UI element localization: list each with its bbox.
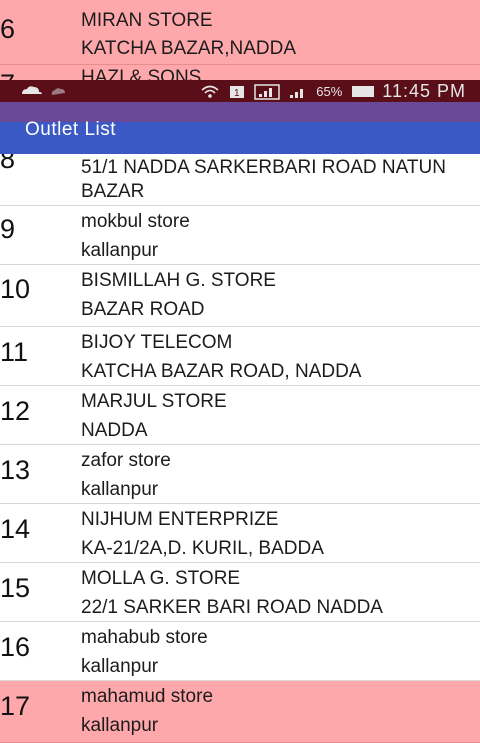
status-bar: 1 65% 11:45 PM — [0, 80, 480, 102]
outlet-number: 13 — [0, 455, 31, 485]
outlet-name: BISMILLAH G. STORE — [81, 270, 276, 291]
outlet-row[interactable]: 6 MIRAN STORE KATCHA BAZAR,NADDA — [0, 0, 480, 65]
system-icons: 1 65% 11:45 PM — [200, 81, 466, 102]
wifi-icon — [201, 85, 219, 98]
outlet-address: 22/1 SARKER BARI ROAD NADDA — [81, 597, 383, 618]
clock: 11:45 PM — [382, 81, 466, 101]
sim-icon: 1 — [230, 85, 245, 99]
outlet-number: 17 — [0, 691, 31, 721]
outlet-address: kallanpur — [81, 656, 159, 677]
outlet-address-line1: 51/1 NADDA SARKERBARI ROAD NATUN — [81, 157, 446, 178]
outlet-row[interactable]: 13 zafor store kallanpur — [0, 445, 480, 504]
outlet-row[interactable]: 14 NIJHUM ENTERPRIZE KA-21/2A,D. KURIL, … — [0, 504, 480, 563]
outlet-name: MOLLA G. STORE — [81, 568, 241, 589]
outlet-number: 11 — [0, 337, 29, 367]
battery-icon — [352, 86, 375, 97]
outlet-row[interactable]: 8 51/1 NADDA SARKERBARI ROAD NATUN BAZAR — [0, 144, 480, 206]
outlet-name: mahamud store — [81, 686, 214, 707]
svg-text:1: 1 — [234, 88, 240, 99]
outlet-address: NADDA — [81, 420, 148, 441]
outlet-number: 6 — [0, 14, 16, 44]
outlet-address: KA-21/2A,D. KURIL, BADDA — [81, 538, 324, 559]
outlet-row[interactable]: 11 BIJOY TELECOM KATCHA BAZAR ROAD, NADD… — [0, 327, 480, 386]
outlet-name: zafor store — [81, 450, 171, 471]
outlet-row[interactable]: 12 MARJUL STORE NADDA — [0, 386, 480, 445]
cloud-icon — [22, 86, 65, 95]
app-bar: Outlet List — [0, 102, 480, 154]
notification-icons — [18, 82, 78, 103]
outlet-number: 12 — [0, 396, 31, 426]
outlet-name: MIRAN STORE — [81, 10, 213, 31]
outlet-row[interactable]: 17 mahamud store kallanpur — [0, 681, 480, 743]
outlet-row[interactable]: 9 mokbul store kallanpur — [0, 206, 480, 265]
outlet-name: MARJUL STORE — [81, 391, 227, 412]
outlet-row[interactable]: 16 mahabub store kallanpur — [0, 622, 480, 681]
page-title: Outlet List — [25, 119, 117, 140]
outlet-number: 14 — [0, 514, 31, 544]
outlet-name: NIJHUM ENTERPRIZE — [81, 509, 279, 530]
outlet-number: 9 — [0, 214, 16, 244]
outlet-address: KATCHA BAZAR ROAD, NADDA — [81, 361, 362, 382]
outlet-number: 16 — [0, 632, 31, 662]
outlet-row[interactable]: 10 BISMILLAH G. STORE BAZAR ROAD — [0, 265, 480, 327]
outlet-address: kallanpur — [81, 715, 159, 736]
outlet-address: KATCHA BAZAR,NADDA — [81, 38, 297, 59]
signal2-icon — [290, 88, 304, 98]
battery-percent: 65% — [316, 84, 343, 99]
outlet-address: kallanpur — [81, 240, 159, 261]
outlet-number: 15 — [0, 573, 31, 603]
outlet-address: kallanpur — [81, 479, 159, 500]
outlet-address-line2: BAZAR — [81, 181, 145, 202]
outlet-name: BIJOY TELECOM — [81, 332, 233, 353]
outlet-number: 10 — [0, 274, 31, 304]
outlet-address: BAZAR ROAD — [81, 299, 205, 320]
outlet-name: mahabub store — [81, 627, 208, 648]
signal-icon — [254, 83, 280, 100]
outlet-row[interactable]: 15 MOLLA G. STORE 22/1 SARKER BARI ROAD … — [0, 563, 480, 622]
outlet-name: mokbul store — [81, 211, 190, 232]
